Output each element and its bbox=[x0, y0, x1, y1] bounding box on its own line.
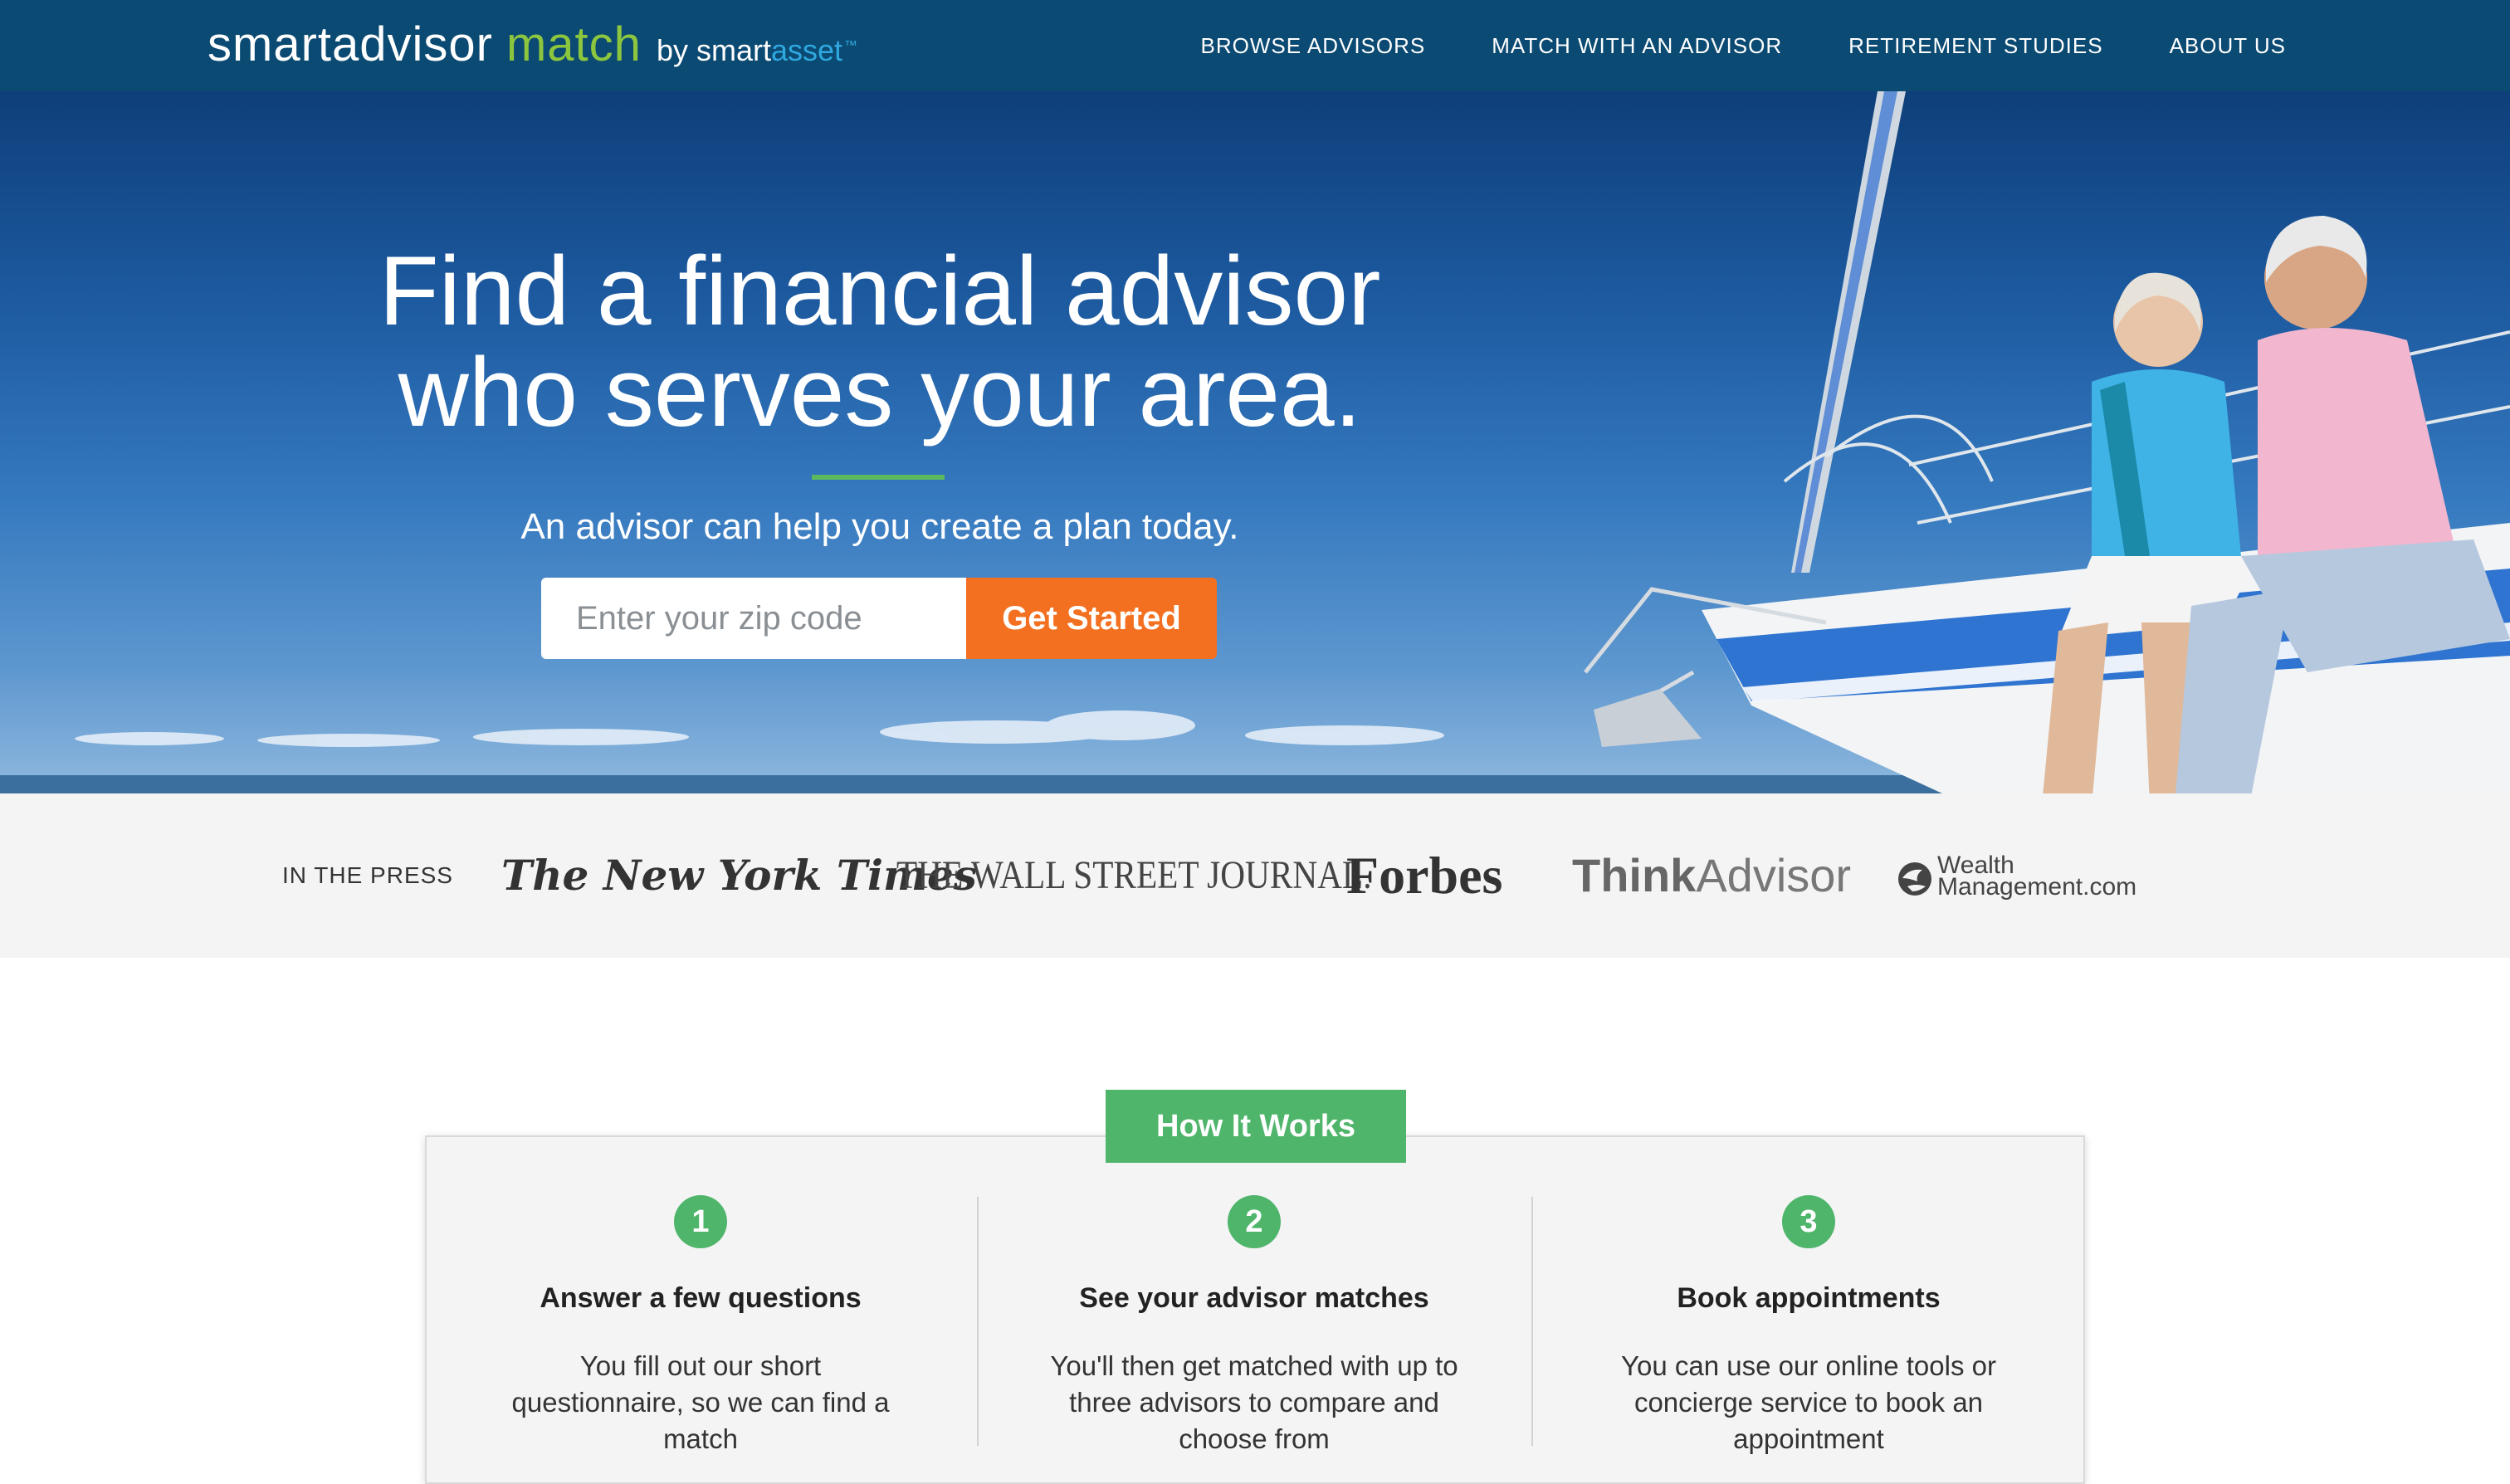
step-description: You fill out our short questionnaire, so… bbox=[511, 1350, 890, 1454]
zip-code-input[interactable] bbox=[541, 578, 966, 659]
step-title: Book appointments bbox=[1677, 1282, 1941, 1314]
thinkadvisor-advisor: Advisor bbox=[1696, 849, 1852, 901]
forbes-logo: Forbes bbox=[1346, 846, 1503, 905]
step-number-badge: 1 bbox=[674, 1195, 727, 1248]
logo-asset: asset bbox=[770, 33, 843, 67]
nav-about-us[interactable]: ABOUT US bbox=[2170, 33, 2286, 59]
step-title: Answer a few questions bbox=[540, 1282, 862, 1314]
how-it-works-heading: How It Works bbox=[1106, 1090, 1406, 1163]
get-started-button[interactable]: Get Started bbox=[966, 578, 1217, 659]
thinkadvisor-think: Think bbox=[1572, 849, 1697, 901]
top-nav: smartadvisor match by smartasset ™ BROWSE… bbox=[0, 0, 2510, 91]
wealthmanagement-line-2: Management.com bbox=[1937, 873, 2137, 901]
logo-trademark: ™ bbox=[844, 39, 858, 53]
hero-title-line-2: who serves your area. bbox=[398, 338, 1362, 447]
hero-section: Find a financial advisor who serves your… bbox=[0, 91, 2510, 793]
step-3: 3 Book appointments You can use our onli… bbox=[1532, 1195, 2085, 1457]
wsj-logo: THE WALL STREET JOURNAL. bbox=[896, 853, 1372, 897]
hero-subtitle: An advisor can help you create a plan to… bbox=[520, 506, 1239, 547]
press-bar: IN THE PRESS The New York Times THE WALL… bbox=[0, 793, 2510, 958]
wealthmanagement-icon bbox=[1898, 862, 1931, 896]
logo-match: match bbox=[505, 17, 642, 71]
wealthmanagement-text: Wealth Management.com bbox=[1937, 853, 2137, 901]
step-2: 2 See your advisor matches You'll then g… bbox=[978, 1195, 1531, 1457]
step-description: You can use our online tools or concierg… bbox=[1621, 1350, 1996, 1454]
logo-smartadvisor: smartadvisor bbox=[208, 17, 493, 71]
step-description: You'll then get matched with up to three… bbox=[1050, 1350, 1458, 1454]
thinkadvisor-logo: ThinkAdvisor bbox=[1572, 793, 1851, 958]
press-label: IN THE PRESS bbox=[282, 862, 453, 888]
hero-title-line-1: Find a financial advisor bbox=[378, 237, 1381, 346]
main-nav: BROWSE ADVISORS MATCH WITH AN ADVISOR RE… bbox=[1201, 0, 2286, 91]
hero-divider bbox=[812, 475, 945, 480]
step-number-badge: 3 bbox=[1782, 1195, 1835, 1248]
logo-smartasset: smartasset ™ bbox=[696, 33, 857, 68]
logo-smart: smart bbox=[696, 33, 771, 67]
site-logo[interactable]: smartadvisor match by smartasset ™ bbox=[208, 12, 857, 78]
logo-by: by bbox=[656, 33, 688, 67]
hero-title: Find a financial advisor who serves your… bbox=[216, 241, 1544, 443]
nav-match-with-advisor[interactable]: MATCH WITH AN ADVISOR bbox=[1492, 33, 1782, 59]
nav-retirement-studies[interactable]: RETIREMENT STUDIES bbox=[1848, 33, 2102, 59]
step-1: 1 Answer a few questions You fill out ou… bbox=[424, 1195, 977, 1457]
step-number-badge: 2 bbox=[1228, 1195, 1281, 1248]
step-title: See your advisor matches bbox=[1079, 1282, 1429, 1314]
nav-browse-advisors[interactable]: BROWSE ADVISORS bbox=[1201, 33, 1426, 59]
